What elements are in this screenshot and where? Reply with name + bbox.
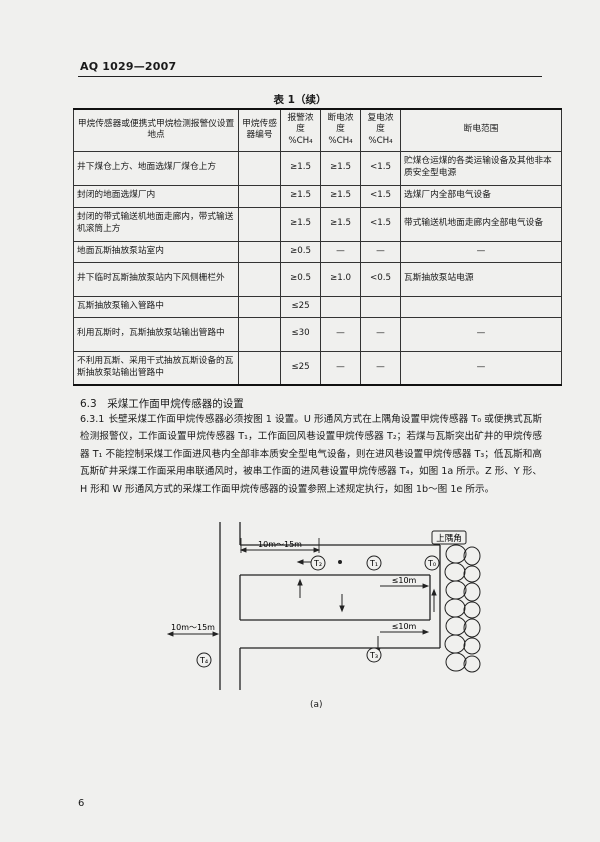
distance-label-lower: 10m～15m [171,623,215,632]
page-number: 6 [78,798,85,809]
arrow-up-icon [431,588,437,596]
ventilation-diagram: 上隅角 10m～15m 10m～15m ≤10m ≤10m T₂ T₁ T₀ T… [166,522,481,690]
gob-area [444,544,481,673]
figure-caption: (a) [310,700,323,710]
distance-label-face-bottom: ≤10m [392,622,417,631]
document-page: AQ 1029—2007 表 1（续） 甲烷传感器或便携式甲烷检测报警仪设置地点… [0,0,600,842]
distance-label-face-top: ≤10m [392,576,417,585]
sensor-t4-label: T₄ [199,656,208,665]
point-marker [338,560,342,564]
sensor-t3-label: T₃ [369,651,378,660]
arrow-left-icon [296,559,304,565]
airflow-arrows [296,559,437,655]
upper-corner-label: 上隅角 [436,533,462,544]
distance-label-upper: 10m～15m [258,540,302,549]
sensor-t2-label: T₂ [313,559,322,568]
sensor-t1-label: T₁ [369,559,378,568]
arrow-down-icon [339,605,345,613]
arrow-up-icon [297,578,303,586]
sensor-t0-label: T₀ [427,559,436,568]
